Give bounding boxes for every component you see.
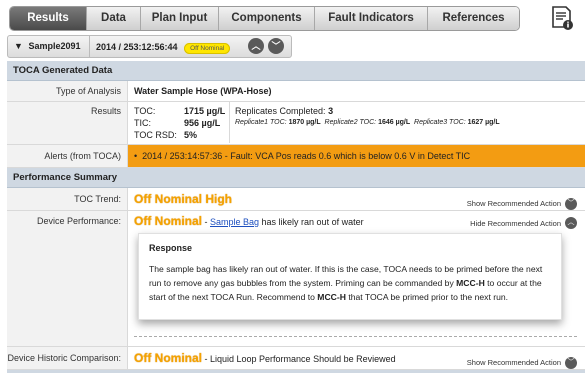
- replicate1-label: Replicate1 TOC:: [235, 119, 287, 126]
- show-action-label-2: Show Recommended Action: [466, 358, 561, 367]
- tic-label: TIC:: [134, 118, 151, 128]
- toc-trend-row: TOC Trend: Off Nominal High Show Recomme…: [7, 188, 585, 211]
- chevron-down-icon: ﹀: [565, 357, 577, 369]
- tab-bar: Results Data Plan Input Components Fault…: [0, 0, 585, 36]
- tab-group: Results Data Plan Input Components Fault…: [9, 6, 520, 31]
- historic-text: - Liquid Loop Performance Should be Revi…: [202, 354, 396, 364]
- analysis-label: Type of Analysis: [7, 81, 128, 101]
- toc-label: TOC:: [134, 106, 156, 116]
- sample-toggle[interactable]: ▼ Sample2091: [8, 36, 90, 57]
- device-status: Off Nominal: [134, 214, 202, 228]
- alerts-row: Alerts (from TOCA) • 2014 / 253:14:57:36…: [7, 145, 585, 168]
- replicate2-label: Replicate2 TOC:: [324, 119, 377, 126]
- analysis-value: Water Sample Hose (WPA-Hose): [134, 86, 272, 96]
- triangle-down-icon: ▼: [14, 41, 23, 51]
- toc-trend-label: TOC Trend:: [7, 188, 128, 210]
- toca-section-header: TOCA Generated Data: [7, 61, 585, 81]
- chevron-down-icon: ﹀: [565, 198, 577, 210]
- tab-components[interactable]: Components: [219, 7, 315, 30]
- toc-rsd-value: 5%: [184, 130, 198, 140]
- toc-rsd-label: TOC RSD:: [134, 130, 177, 140]
- replicate3-label: Replicate3 TOC:: [414, 119, 466, 126]
- sample-name: Sample2091: [28, 41, 81, 51]
- alert-message: • 2014 / 253:14:57:36 - Fault: VCA Pos r…: [128, 145, 585, 167]
- response-title: Response: [149, 243, 193, 253]
- tab-results[interactable]: Results: [10, 7, 87, 30]
- device-text: has likely ran out of water: [259, 217, 364, 227]
- hide-action-label: Hide Recommended Action: [470, 218, 561, 228]
- replicates-value: 3: [328, 106, 334, 116]
- results-panel: TOCA Generated Data Type of Analysis Wat…: [7, 61, 585, 373]
- tab-fault-indicators[interactable]: Fault Indicators: [315, 7, 428, 30]
- tab-plan-input[interactable]: Plan Input: [141, 7, 219, 30]
- replicates-label: Replicates Completed:: [235, 106, 326, 116]
- status-badge: Off Nominal: [184, 42, 231, 54]
- replicate2-value: 1646 µg/L: [378, 119, 411, 126]
- hide-action-button[interactable]: Hide Recommended Action ︿: [470, 217, 577, 229]
- replicate1-value: 1870 µg/L: [288, 119, 321, 126]
- performance-section-header: Performance Summary: [7, 168, 585, 188]
- chevron-up-icon: ︿: [565, 217, 577, 229]
- historic-status: Off Nominal: [134, 351, 202, 365]
- results-row: Results TOC: 1715 µg/L TIC: 956 µg/L TOC R…: [7, 102, 585, 145]
- response-panel: Response The sample bag has likely ran o…: [138, 233, 562, 320]
- chevron-up-icon[interactable]: ︿: [248, 38, 264, 54]
- sample-timestamp: 2014 / 253:12:56:44: [96, 41, 178, 52]
- sample-selector: ▼ Sample2091 2014 / 253:12:56:44 Off Nom…: [7, 35, 292, 58]
- toc-value: 1715 µg/L: [184, 106, 226, 116]
- show-action-button-2[interactable]: Show Recommended Action ﹀: [467, 352, 577, 373]
- replicate3-value: 1627 µg/L: [467, 119, 500, 126]
- toc-trend-status: Off Nominal High: [134, 192, 232, 206]
- response-text: The sample bag has likely ran out of wat…: [149, 264, 543, 302]
- tic-value: 956 µg/L: [184, 118, 221, 128]
- report-icon[interactable]: [549, 5, 575, 31]
- alerts-label: Alerts (from TOCA): [7, 145, 128, 167]
- tab-data[interactable]: Data: [87, 7, 141, 30]
- historic-label: Device Historic Comparison:: [7, 347, 128, 369]
- device-performance-row: Device Performance: Off Nominal - Sample…: [7, 211, 585, 347]
- alert-text: 2014 / 253:14:57:36 - Fault: VCA Pos rea…: [142, 151, 471, 161]
- chevron-down-icon[interactable]: ﹀: [268, 38, 284, 54]
- device-performance-label: Device Performance:: [7, 211, 128, 346]
- sample-bag-link[interactable]: Sample Bag: [210, 217, 259, 227]
- historic-row: Device Historic Comparison: Off Nominal …: [7, 347, 585, 370]
- tab-references[interactable]: References: [428, 7, 519, 30]
- results-label: Results: [7, 102, 128, 144]
- device-dash: -: [202, 217, 210, 227]
- analysis-row: Type of Analysis Water Sample Hose (WPA-…: [7, 81, 585, 102]
